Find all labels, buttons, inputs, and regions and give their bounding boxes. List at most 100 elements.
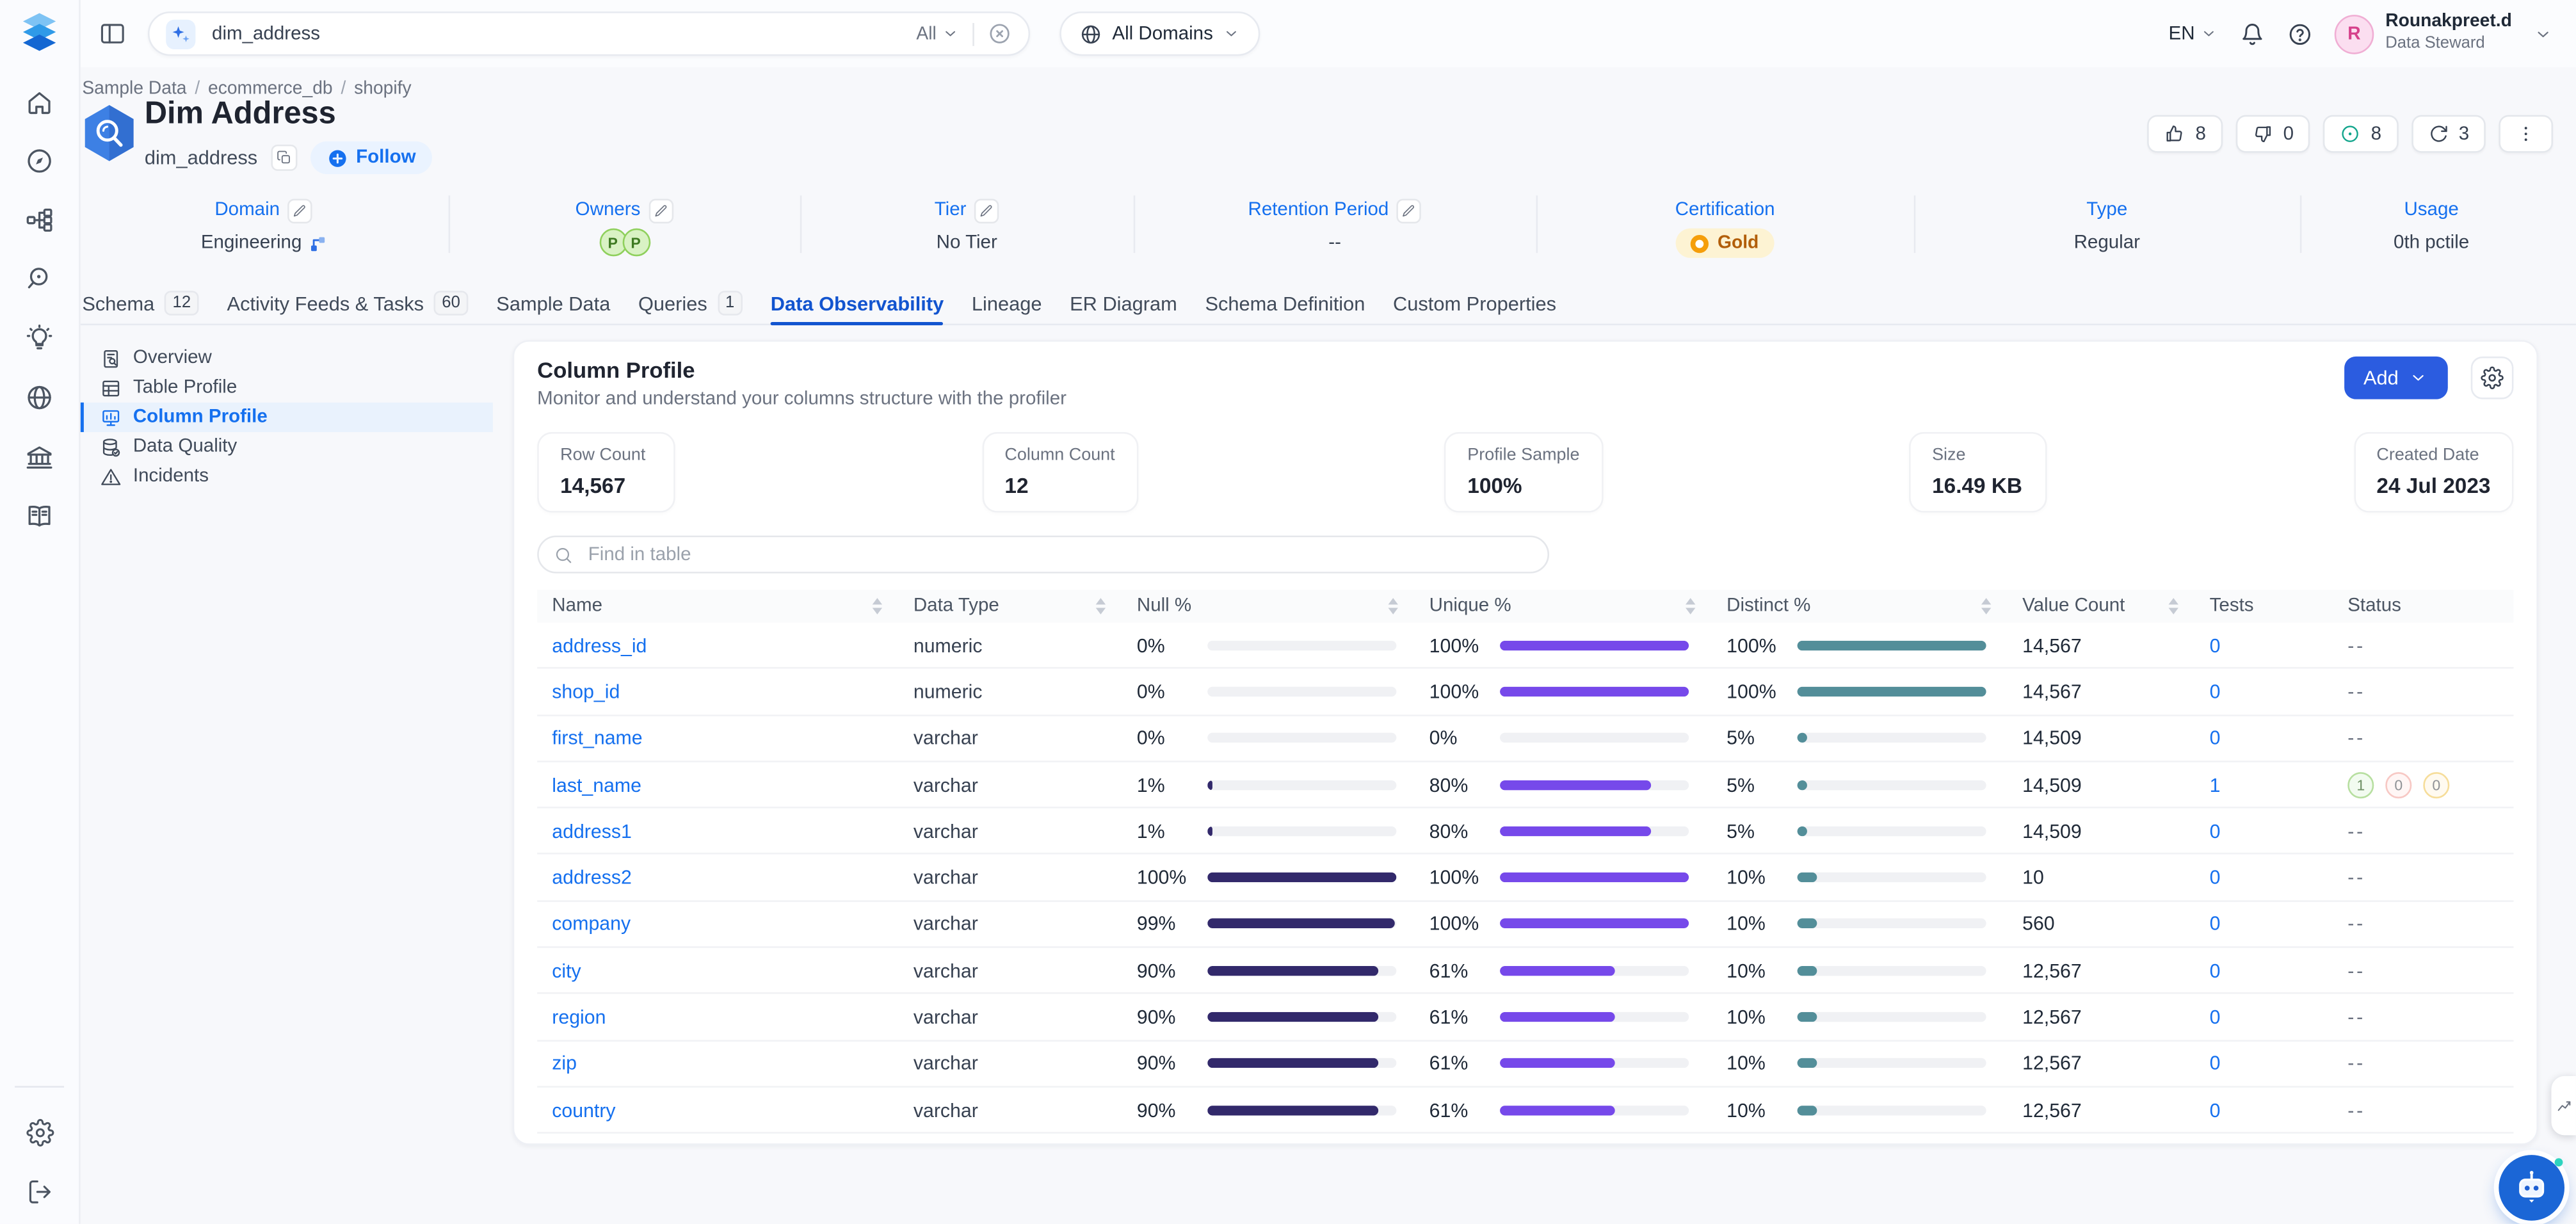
sidebar-item-overview[interactable]: Overview	[79, 343, 493, 373]
tests-link[interactable]: 0	[2210, 1052, 2221, 1075]
meta-label-tier[interactable]: Tier	[935, 200, 967, 220]
breadcrumb-item-sample-data[interactable]: Sample Data	[82, 79, 186, 99]
find-in-table-input[interactable]	[585, 543, 1533, 566]
column-name-link[interactable]: address1	[552, 819, 632, 842]
tests-link[interactable]: 0	[2210, 866, 2221, 889]
rail-govern-button[interactable]	[15, 432, 64, 481]
sidebar-item-incidents[interactable]: Incidents	[79, 462, 493, 491]
tests-link[interactable]: 0	[2210, 819, 2221, 842]
tests-link[interactable]: 1	[2210, 773, 2221, 796]
column-header-unique[interactable]: Unique %	[1415, 590, 1712, 622]
domain-selector[interactable]: All Domains	[1059, 12, 1260, 56]
add-button[interactable]: Add	[2344, 357, 2448, 399]
rail-home-button[interactable]	[15, 77, 64, 127]
profiler-settings-button[interactable]	[2471, 357, 2514, 399]
downvote-button[interactable]: 0	[2235, 115, 2310, 153]
rail-insights-button[interactable]	[15, 314, 64, 363]
follow-button[interactable]: Follow	[310, 141, 432, 174]
sidebar-item-column-profile[interactable]: Column Profile	[79, 403, 493, 432]
sort-icon[interactable]	[873, 598, 882, 615]
more-actions-button[interactable]	[2499, 115, 2553, 153]
column-header-value-count[interactable]: Value Count	[2008, 590, 2195, 622]
rail-lineage-button[interactable]	[15, 195, 64, 245]
column-name-link[interactable]: address2	[552, 866, 632, 889]
edit-domain-button[interactable]	[288, 198, 312, 222]
owner-avatar[interactable]: P	[622, 229, 650, 257]
meta-label-type[interactable]: Type	[2086, 200, 2127, 220]
search-input[interactable]	[209, 22, 903, 45]
column-name-link[interactable]: first_name	[552, 727, 642, 750]
meta-label-retention-period[interactable]: Retention Period	[1248, 200, 1389, 220]
ai-chatbot-button[interactable]	[2499, 1155, 2564, 1221]
tab-schema-definition[interactable]: Schema Definition	[1205, 282, 1365, 323]
meta-label-usage[interactable]: Usage	[2404, 200, 2458, 220]
notifications-button[interactable]	[2239, 20, 2266, 47]
tab-sample-data[interactable]: Sample Data	[496, 282, 610, 323]
null-percent-value: 0%	[1137, 680, 1196, 703]
edit-retention-period-button[interactable]	[1397, 198, 1421, 222]
rail-domains-button[interactable]	[15, 373, 64, 423]
tests-link[interactable]: 0	[2210, 727, 2221, 750]
rail-observability-button[interactable]	[15, 255, 64, 304]
search-scope-dropdown[interactable]: All	[916, 24, 959, 44]
rail-logout-button[interactable]	[15, 1166, 64, 1216]
sort-icon[interactable]	[1686, 598, 1695, 615]
tests-link[interactable]: 0	[2210, 912, 2221, 935]
rail-settings-button[interactable]	[15, 1107, 64, 1157]
column-name-link[interactable]: address_id	[552, 634, 647, 657]
rail-explore-button[interactable]	[15, 136, 64, 186]
tab-data-observability[interactable]: Data Observability	[771, 282, 944, 323]
sort-icon[interactable]	[1981, 598, 1991, 615]
column-header-null[interactable]: Null %	[1122, 590, 1415, 622]
sidebar-toggle-button[interactable]	[92, 14, 132, 54]
language-selector[interactable]: EN	[2169, 24, 2218, 44]
user-menu-chevron-icon[interactable]	[2533, 24, 2553, 44]
rail-glossary-button[interactable]	[15, 491, 64, 540]
upvote-button[interactable]: 8	[2148, 115, 2223, 153]
breadcrumb-item-ecommerce-db[interactable]: ecommerce_db	[208, 79, 333, 99]
column-header-distinct[interactable]: Distinct %	[1712, 590, 2008, 622]
tests-link[interactable]: 0	[2210, 1099, 2221, 1122]
edit-owners-button[interactable]	[648, 198, 673, 222]
versions-button[interactable]: 3	[2411, 115, 2486, 153]
search-clear-icon[interactable]	[987, 21, 1011, 45]
sort-icon[interactable]	[1389, 598, 1398, 615]
user-menu[interactable]: R Rounakpreet.d Data Steward	[2335, 12, 2512, 55]
table-search-box[interactable]	[537, 536, 1549, 574]
meta-label-owners[interactable]: Owners	[576, 200, 641, 220]
tests-link[interactable]: 0	[2210, 680, 2221, 703]
tab-queries[interactable]: Queries1	[638, 282, 743, 323]
copy-name-button[interactable]	[271, 145, 297, 171]
tests-link[interactable]: 0	[2210, 1006, 2221, 1029]
sidebar-item-table-profile[interactable]: Table Profile	[79, 373, 493, 403]
tests-link[interactable]: 0	[2210, 634, 2221, 657]
right-edge-widget[interactable]	[2551, 1076, 2575, 1135]
column-name-link[interactable]: country	[552, 1099, 615, 1122]
tab-er-diagram[interactable]: ER Diagram	[1070, 282, 1177, 323]
column-name-link[interactable]: company	[552, 912, 631, 935]
meta-label-certification[interactable]: Certification	[1675, 200, 1775, 220]
tab-activity-feeds-tasks[interactable]: Activity Feeds & Tasks60	[227, 282, 469, 323]
sidebar-item-data-quality[interactable]: Data Quality	[79, 432, 493, 462]
column-name-link[interactable]: last_name	[552, 773, 641, 796]
edit-tier-button[interactable]	[974, 198, 999, 222]
sort-icon[interactable]	[1096, 598, 1106, 615]
tests-link[interactable]: 0	[2210, 959, 2221, 982]
tab-custom-properties[interactable]: Custom Properties	[1393, 282, 1556, 323]
tab-lineage[interactable]: Lineage	[972, 282, 1042, 323]
column-name-link[interactable]: shop_id	[552, 680, 620, 703]
column-name-link[interactable]: region	[552, 1006, 606, 1029]
column-header-data-type[interactable]: Data Type	[899, 590, 1122, 622]
column-name-link[interactable]: city	[552, 959, 581, 982]
sort-icon[interactable]	[2169, 598, 2178, 615]
column-name-link[interactable]: zip	[552, 1052, 577, 1075]
openmetadata-logo[interactable]	[18, 12, 61, 58]
tab-schema[interactable]: Schema12	[82, 282, 199, 323]
meta-value-icon[interactable]	[309, 234, 326, 252]
help-button[interactable]	[2287, 20, 2313, 47]
meta-label-domain[interactable]: Domain	[214, 200, 280, 220]
breadcrumb-item-shopify[interactable]: shopify	[354, 79, 411, 99]
global-search-bar[interactable]: All	[148, 12, 1030, 56]
quality-score-button[interactable]: 8	[2323, 115, 2398, 153]
column-header-name[interactable]: Name	[537, 590, 899, 622]
